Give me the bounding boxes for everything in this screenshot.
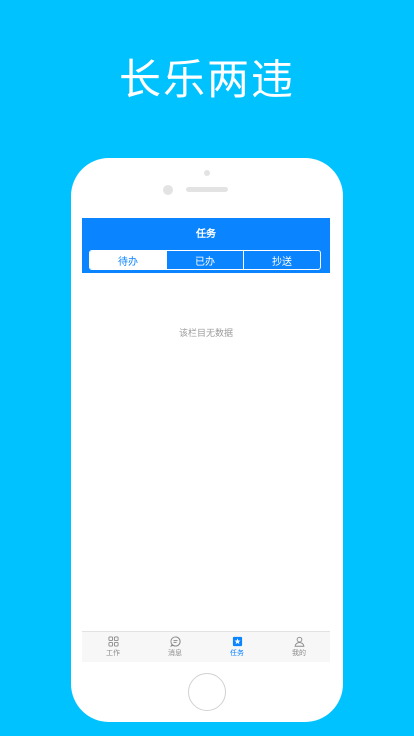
bottom-tab-bar: 工作 消息 任务 我的 [82, 631, 330, 662]
page-title: 任务 [196, 229, 216, 240]
tab-me-label: 我的 [292, 649, 306, 657]
tab-work[interactable]: 工作 [82, 632, 144, 662]
task-star-icon [232, 636, 242, 647]
phone-frame: 任务 待办 已办 抄送 该栏目无数据 工作 消息 任务 我的 [71, 158, 343, 722]
empty-state-message: 该栏目无数据 [178, 329, 233, 339]
tab-tasks-label: 任务 [230, 649, 244, 657]
home-button [188, 673, 226, 711]
tab-messages-label: 消息 [168, 649, 182, 657]
phone-sensor [204, 170, 210, 176]
promo-title: 长乐两违 [118, 55, 295, 104]
tab-me[interactable]: 我的 [268, 632, 330, 662]
phone-speaker [186, 187, 228, 192]
tab-work-label: 工作 [106, 649, 120, 657]
chat-bubble-icon [169, 636, 181, 647]
tab-messages[interactable]: 消息 [144, 632, 206, 662]
tab-tasks[interactable]: 任务 [206, 632, 268, 662]
segment-cc[interactable]: 抄送 [243, 251, 320, 269]
person-icon [294, 636, 304, 647]
phone-camera [163, 185, 173, 195]
task-segmented-control: 待办 已办 抄送 [89, 250, 321, 270]
app-header: 任务 待办 已办 抄送 [82, 218, 330, 273]
segment-pending[interactable]: 待办 [90, 251, 166, 269]
segment-done[interactable]: 已办 [166, 251, 243, 269]
grid-icon [107, 636, 119, 647]
app-screen: 任务 待办 已办 抄送 该栏目无数据 工作 消息 任务 我的 [82, 218, 330, 662]
